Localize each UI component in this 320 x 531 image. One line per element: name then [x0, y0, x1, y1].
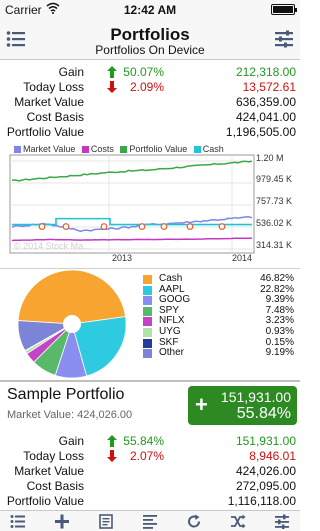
legend-item-other: Other 9.19%	[143, 348, 296, 359]
sample-row-gain: Gain 55.84% 151,931.00	[0, 434, 300, 449]
legend-item: Costs	[81, 144, 114, 154]
page-subtitle: Portfolios On Device	[95, 43, 205, 57]
row-amount: 212,318.00	[235, 65, 296, 79]
align-icon[interactable]	[142, 514, 158, 529]
row-percent: 2.07%	[129, 449, 164, 463]
clock: 12:42 AM	[123, 3, 177, 17]
chart-watermark: © 2014 Stock Ma...	[14, 241, 91, 251]
row-label: Gain	[58, 434, 84, 448]
status-bar: Carrier 12:42 AM	[0, 0, 300, 20]
transaction-marker	[186, 223, 194, 231]
x-tick-label: 2013	[112, 253, 133, 263]
chart-legend: Market Value Costs Portfolio Value Cash	[14, 144, 228, 154]
row-label: Today Loss	[23, 80, 84, 94]
row-percent: 55.84%	[123, 434, 164, 448]
row-amount: 272,095.00	[235, 479, 296, 493]
transaction-marker	[100, 223, 108, 231]
gain-badge-button[interactable]: + 151,931.00 55.84%	[188, 386, 297, 425]
transaction-marker	[218, 223, 226, 231]
summary-row-cost-basis: Cost Basis 424,041.00	[0, 110, 300, 125]
allocation-section[interactable]: Cash 46.82% AAPL 22.82% GOOG 9.39% SPY 7.48%…	[0, 268, 300, 380]
row-amount: 13,572.61	[242, 80, 296, 94]
y-tick-label: 757.73 K	[256, 196, 293, 206]
arrow-up-icon	[107, 66, 117, 78]
summary-row-today-loss: Today Loss 2.09% 13,572.61	[0, 80, 300, 95]
document-icon[interactable]	[98, 514, 114, 529]
legend-item: Portfolio Value	[120, 144, 187, 154]
row-amount: 151,931.00	[235, 434, 296, 448]
row-label: Market Value	[14, 95, 84, 109]
portfolio-name: Sample Portfolio	[7, 386, 125, 403]
sample-row-cost-basis: Cost Basis 272,095.00	[0, 479, 300, 494]
legend-item-cash: Cash 46.82%	[143, 273, 296, 285]
plus-icon: +	[195, 392, 208, 417]
row-label: Market Value	[14, 464, 84, 478]
row-amount: 1,196,505.00	[225, 125, 296, 139]
row-percent: 50.07%	[123, 65, 164, 79]
transaction-marker	[138, 223, 146, 231]
summary-row-portfolio-value: Portfolio Value 1,196,505.00	[0, 125, 300, 140]
refresh-icon[interactable]	[186, 514, 202, 529]
legend-item-uyg: UYG 0.93%	[143, 326, 296, 338]
allocation-legend: Cash 46.82% AAPL 22.82% GOOG 9.39% SPY 7.48%…	[143, 273, 296, 359]
y-tick-label: 314.31 K	[256, 240, 293, 250]
x-tick-label: 2014	[232, 253, 253, 263]
summary-row-market-value: Market Value 636,359.00	[0, 95, 300, 110]
pie-center-hole	[63, 315, 81, 333]
row-label: Cost Basis	[26, 110, 84, 124]
history-chart[interactable]: © 2014 Stock Ma... Market Value Costs Po…	[4, 143, 298, 267]
shuffle-icon[interactable]	[230, 514, 246, 529]
y-tick-label: 536.02 K	[256, 218, 293, 228]
list-icon[interactable]	[10, 514, 26, 529]
row-amount: 8,946.01	[249, 449, 296, 463]
transaction-marker	[38, 223, 46, 231]
row-label: Cost Basis	[26, 479, 84, 493]
portfolio-market-value: Market Value: 424,026.00	[7, 409, 133, 421]
row-amount: 636,359.00	[235, 95, 296, 109]
badge-gain-percent: 55.84%	[236, 405, 291, 422]
legend-item: Market Value	[14, 144, 75, 154]
sample-row-market-value: Market Value 424,026.00	[0, 464, 300, 479]
row-amount: 1,116,118.00	[227, 494, 296, 508]
arrow-down-icon	[107, 81, 117, 93]
row-label: Portfolio Value	[6, 494, 84, 508]
arrow-up-icon	[107, 435, 117, 447]
row-label: Portfolio Value	[6, 125, 84, 139]
y-tick-label: 1.20 M	[256, 153, 284, 163]
bottom-toolbar	[0, 510, 300, 531]
add-icon[interactable]	[54, 514, 70, 529]
sample-row-today-loss: Today Loss 2.07% 8,946.01	[0, 449, 300, 464]
transaction-marker	[160, 223, 168, 231]
row-percent: 2.09%	[129, 80, 164, 94]
page-title: Portfolios	[110, 25, 190, 44]
history-chart-svg: © 2014 Stock Ma...	[9, 154, 255, 254]
allocation-pie-chart	[17, 269, 127, 379]
legend-item: Cash	[193, 144, 224, 154]
transaction-marker	[62, 223, 70, 231]
row-label: Today Loss	[23, 449, 84, 463]
summary-row-gain: Gain 50.07% 212,318.00	[0, 65, 300, 80]
y-tick-label: 979.45 K	[256, 174, 293, 184]
navigation-bar: Portfolios Portfolios On Device	[0, 20, 300, 60]
settings-list-icon[interactable]	[274, 30, 294, 48]
settings-list-icon[interactable]	[274, 514, 290, 529]
row-amount: 424,041.00	[235, 110, 296, 124]
sample-portfolio-header[interactable]: Sample Portfolio Market Value: 424,026.0…	[0, 381, 300, 431]
battery-icon	[271, 4, 297, 15]
arrow-down-icon	[107, 450, 117, 462]
sample-row-portfolio-value: Portfolio Value 1,116,118.00	[0, 494, 300, 509]
row-label: Gain	[58, 65, 84, 79]
row-amount: 424,026.00	[235, 464, 296, 478]
badge-gain-value: 151,931.00	[220, 389, 291, 405]
